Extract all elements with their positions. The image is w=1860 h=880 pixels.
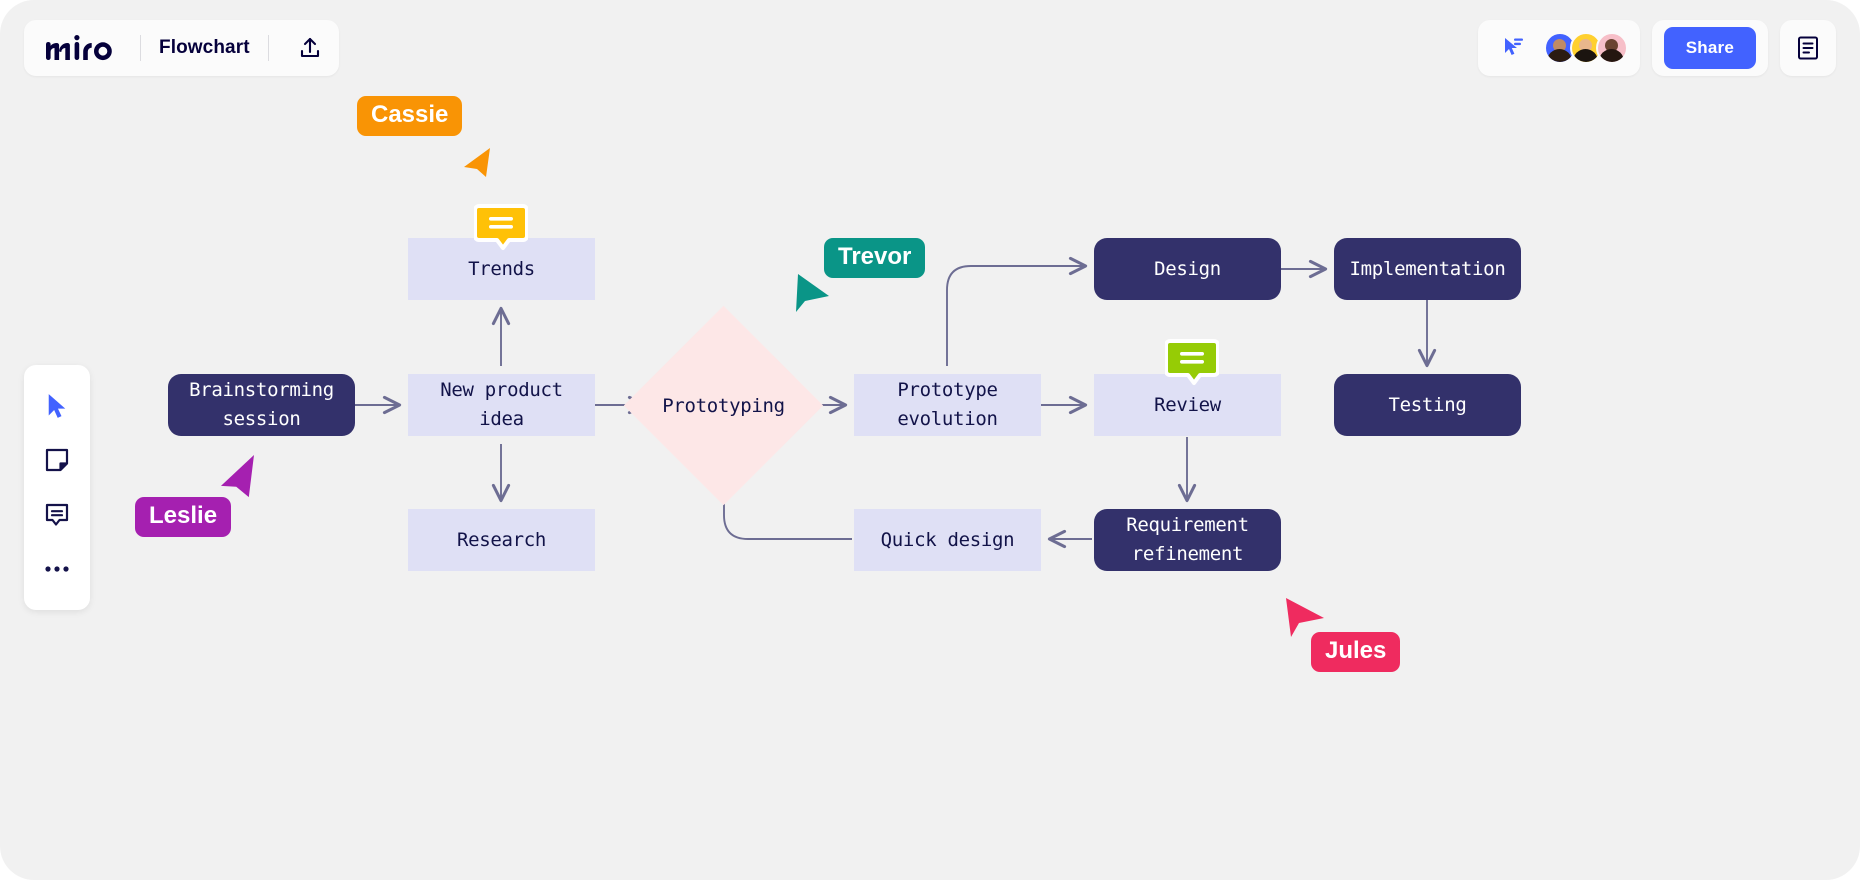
topbar-left-group: Flowchart: [24, 20, 339, 76]
comment-badge-trends[interactable]: [474, 204, 528, 251]
collaborators-group: [1477, 20, 1640, 76]
collaborator-label-trevor: Trevor: [824, 238, 926, 278]
collaborator-cursor-jules: [1280, 592, 1332, 644]
flow-node-quick-design[interactable]: Quick design: [854, 509, 1041, 571]
miro-board-app: Flowchart Share Brainstorming session Tr…: [0, 0, 1860, 880]
upload-icon[interactable]: [287, 25, 333, 71]
flow-node-brainstorming[interactable]: Brainstorming session: [168, 374, 355, 436]
notes-panel-icon[interactable]: [1785, 25, 1831, 71]
comment-icon[interactable]: [35, 493, 79, 537]
share-group: Share: [1651, 20, 1768, 76]
edge-prototype-evolution-design: [946, 256, 1088, 366]
flow-node-research[interactable]: Research: [408, 509, 595, 571]
collaborator-cursor-leslie: [208, 452, 260, 504]
avatar[interactable]: [1595, 32, 1628, 64]
sticky-note-icon[interactable]: [35, 438, 79, 482]
collaborator-cursor-trevor: [786, 268, 838, 320]
notes-group: [1780, 20, 1836, 76]
flow-node-prototype-evolution[interactable]: Prototype evolution: [854, 374, 1041, 436]
board-canvas[interactable]: [0, 0, 1860, 880]
flow-node-requirement-refinement[interactable]: Requirement refinement: [1094, 509, 1281, 571]
divider: [267, 35, 269, 61]
flow-node-prototyping-label: Prototyping: [662, 394, 785, 417]
select-cursor-icon[interactable]: [35, 384, 79, 428]
miro-logo[interactable]: [46, 35, 122, 61]
flow-node-new-product-idea[interactable]: New product idea: [408, 374, 595, 436]
flow-node-design[interactable]: Design: [1094, 238, 1281, 300]
topbar-right-group: Share: [1477, 20, 1836, 76]
left-toolbar: [24, 365, 90, 610]
connector-layer: [355, 256, 1437, 549]
flow-node-prototyping[interactable]: Prototyping: [623, 305, 824, 506]
flow-node-implementation[interactable]: Implementation: [1334, 238, 1521, 300]
more-options-icon[interactable]: [35, 547, 79, 591]
share-button[interactable]: Share: [1663, 27, 1756, 69]
flow-node-testing[interactable]: Testing: [1334, 374, 1521, 436]
collaborator-cursor-cassie: [452, 130, 500, 178]
collaborator-label-cassie: Cassie: [357, 96, 463, 136]
cursor-follow-icon[interactable]: [1490, 25, 1536, 71]
comment-badge-review[interactable]: [1165, 339, 1219, 386]
avatar-stack[interactable]: [1543, 32, 1628, 64]
divider: [140, 35, 141, 61]
board-title[interactable]: Flowchart: [159, 37, 250, 59]
